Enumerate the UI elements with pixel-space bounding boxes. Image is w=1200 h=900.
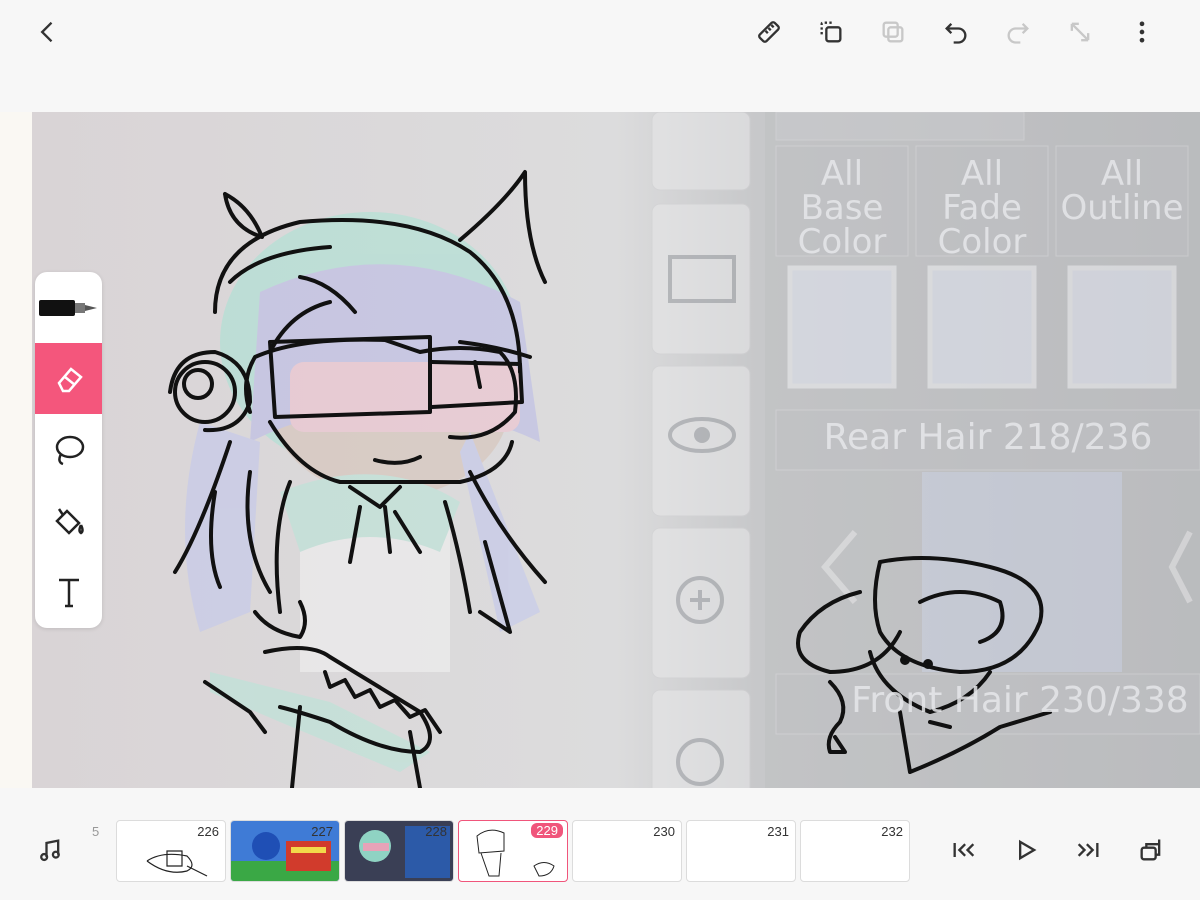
pen-icon	[38, 299, 97, 316]
timeline-frame-231[interactable]: 231	[686, 820, 796, 882]
ruler-icon[interactable]	[749, 12, 789, 52]
frame-number: 231	[767, 824, 789, 839]
game-label-front-hair: Front Hair 230/338	[851, 680, 1189, 721]
play-icon[interactable]	[1008, 832, 1044, 868]
timeline-frame-227[interactable]: 227	[230, 820, 340, 882]
timeline-frame-229[interactable]: 229	[458, 820, 568, 882]
lasso-icon	[55, 435, 84, 465]
tool-pen[interactable]	[35, 272, 102, 343]
faded-character	[185, 212, 540, 772]
frame-number: 232	[881, 824, 903, 839]
duplicate-layer-icon[interactable]	[811, 12, 851, 52]
frame-number: 230	[653, 824, 675, 839]
back-icon[interactable]	[28, 12, 68, 52]
resize-icon	[1060, 12, 1100, 52]
skip-to-start-icon[interactable]	[946, 832, 982, 868]
tool-palette	[35, 272, 102, 628]
timeline-frame-226[interactable]: 226	[116, 820, 226, 882]
paint-bucket-icon	[54, 507, 84, 535]
onion-layers-icon[interactable]	[1133, 832, 1169, 868]
frame-number: 228	[425, 824, 447, 839]
more-options-icon[interactable]	[1122, 12, 1162, 52]
timeline-frame-228[interactable]: 228	[344, 820, 454, 882]
redo-icon	[998, 12, 1038, 52]
music-icon[interactable]	[32, 832, 68, 868]
frame-number: 229	[531, 823, 563, 838]
top-toolbar	[0, 0, 1200, 112]
skip-to-end-icon[interactable]	[1070, 832, 1106, 868]
paste-layer-icon	[873, 12, 913, 52]
tool-fill[interactable]	[35, 485, 102, 556]
drawing-canvas[interactable]: All Base Color All Fade Color All Outlin…	[0, 112, 1200, 788]
game-label-rear-hair: Rear Hair 218/236	[823, 417, 1153, 458]
timeline-frame-232[interactable]: 232	[800, 820, 910, 882]
game-label-outline: All Outline	[1060, 154, 1184, 228]
game-label-fade-color: All Fade Color	[937, 154, 1027, 262]
undo-icon[interactable]	[936, 12, 976, 52]
game-label-base-color: All Base Color	[797, 154, 887, 262]
timeline-frame-230[interactable]: 230	[572, 820, 682, 882]
eraser-icon	[57, 366, 83, 392]
tool-text[interactable]	[35, 556, 102, 627]
text-icon	[58, 578, 79, 607]
frame-number: 227	[311, 824, 333, 839]
frame-number: 226	[197, 824, 219, 839]
frame-partial-number: 5	[92, 824, 100, 839]
tool-lasso[interactable]	[35, 414, 102, 485]
tool-eraser[interactable]	[35, 343, 102, 414]
